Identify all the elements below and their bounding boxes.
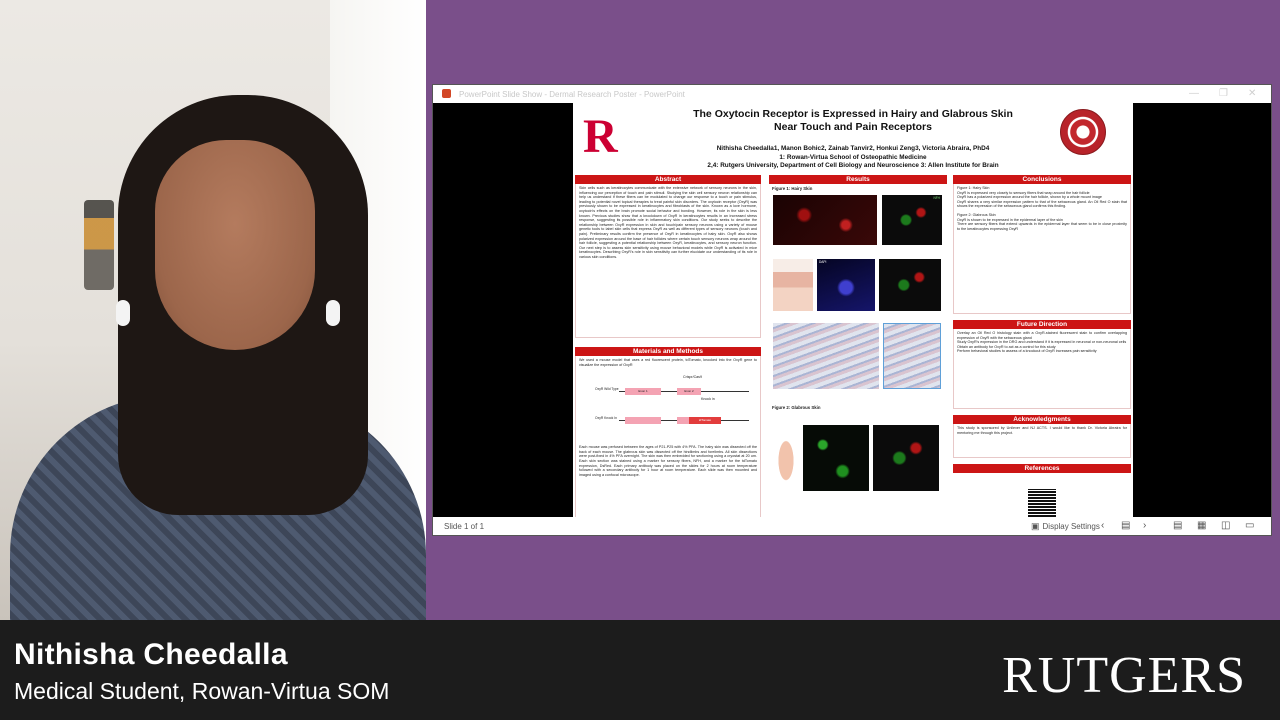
hair-follicle-illustration <box>773 259 813 311</box>
dapi-tag: DAPI <box>819 260 827 264</box>
hairy-skin-image-2: NFH <box>882 195 942 245</box>
knock-in-diagram: Crispr/Cas9 Knock in OxyR Wild Type Exon… <box>579 371 757 442</box>
wild-type-label: OxyR Wild Type <box>595 387 619 392</box>
future-point-1: Overlay an Oil Red O histology stain wit… <box>957 331 1127 340</box>
methods-heading: Materials and Methods <box>575 347 761 356</box>
glabrous-skin-image-2 <box>873 425 939 491</box>
acknowledgments-heading: Acknowledgments <box>953 415 1131 424</box>
poster-title-line2: Near Touch and Pain Receptors <box>774 121 932 133</box>
crispr-label: Crispr/Cas9 <box>683 375 702 380</box>
author-list: Nithisha Cheedalla1, Manon Bohic2, Zaina… <box>716 145 990 152</box>
acknowledgments-text: This study is sponsored by Unilever and … <box>953 424 1131 458</box>
rutgers-wordmark-logo: RUTGERS <box>1002 647 1246 704</box>
oil-red-o-zoom-image <box>883 323 941 389</box>
conclusion-point-5: There are sensory fibers that extend upw… <box>957 222 1127 231</box>
next-slide-icon[interactable]: › <box>1143 520 1146 531</box>
restore-icon[interactable]: ❐ <box>1219 88 1228 99</box>
reading-view-icon[interactable]: ◫ <box>1221 520 1230 531</box>
oil-red-o-stain-image <box>773 323 879 389</box>
speaker-role: Medical Student, Rowan-Virtua SOM <box>14 678 390 704</box>
figure1-label: Figure 1: Hairy Skin <box>772 186 813 191</box>
methods-body: We used a mouse model that uses a red fl… <box>575 356 761 517</box>
window-titlebar: PowerPoint Slide Show - Dermal Research … <box>433 85 1271 103</box>
abstract-heading: Abstract <box>575 175 761 184</box>
close-icon[interactable]: ✕ <box>1248 88 1256 99</box>
window-title: PowerPoint Slide Show - Dermal Research … <box>459 90 685 99</box>
methods-text: Each mouse was perfused between the ages… <box>579 445 757 477</box>
references-qr-code[interactable] <box>1028 489 1056 517</box>
references-heading: References <box>953 464 1131 473</box>
conclusions-body: Figure 1: Hairy Skin OxyR is expressed v… <box>953 184 1131 314</box>
lower-third-banner: Nithisha Cheedalla Medical Student, Rowa… <box>0 620 1280 720</box>
exon2-box-wt: Exon 2 <box>677 388 701 396</box>
normal-view-icon[interactable]: ▤ <box>1173 520 1182 531</box>
exon1-box-wt: Exon 1 <box>625 388 661 396</box>
prev-slide-icon[interactable]: ‹ <box>1101 520 1104 531</box>
rutgers-logo: R <box>583 110 618 163</box>
speaker-video <box>0 0 426 620</box>
poster-authors: Nithisha Cheedalla1, Manon Bohic2, Zaina… <box>633 145 1073 171</box>
slideshow-statusbar: Slide 1 of 1 ▣ Display Settings ‹ ▤ › ▤ … <box>433 517 1271 535</box>
methods-intro: We used a mouse model that uses a red fl… <box>579 358 757 367</box>
nfh-tag: NFH <box>933 196 940 200</box>
poster-column-results: Results Figure 1: Hairy Skin NFH DAPI Fi… <box>769 175 947 517</box>
results-heading: Results <box>769 175 947 184</box>
poster-slide: R The Oxytocin Receptor is Expressed in … <box>573 103 1133 517</box>
powerpoint-icon <box>442 89 451 98</box>
slide-menu-icon[interactable]: ▤ <box>1121 520 1130 531</box>
poster-title: The Oxytocin Receptor is Expressed in Ha… <box>633 108 1073 134</box>
abstract-text: Skin cells such as keratinocytes communi… <box>575 184 761 338</box>
affiliation-1: 1: Rowan-Virtua School of Osteopathic Me… <box>779 153 927 161</box>
knock-in-label: Knock in <box>701 397 715 402</box>
glabrous-skin-image-1 <box>803 425 869 491</box>
powerpoint-window: PowerPoint Slide Show - Dermal Research … <box>432 84 1272 536</box>
slide-indicator: Slide 1 of 1 <box>444 522 485 531</box>
earbud-right <box>326 300 340 326</box>
exon2-box-ki <box>677 417 689 425</box>
conclusions-heading: Conclusions <box>953 175 1131 184</box>
affiliation-2: 2,4: Rutgers University, Department of C… <box>707 162 999 169</box>
poster-title-line1: The Oxytocin Receptor is Expressed in Ha… <box>693 108 1013 120</box>
whole-mount-image: DAPI <box>817 259 875 311</box>
display-settings-label: Display Settings <box>1042 522 1100 531</box>
future-direction-heading: Future Direction <box>953 320 1131 329</box>
poster-column-left: Abstract Skin cells such as keratinocyte… <box>575 175 761 517</box>
background-shelf <box>84 200 114 290</box>
hairy-skin-image-1 <box>773 195 877 245</box>
future-direction-body: Overlay an Oil Red O histology stain wit… <box>953 329 1131 409</box>
earbud-left <box>116 300 130 326</box>
poster-column-right: Conclusions Figure 1: Hairy Skin OxyR is… <box>953 175 1131 517</box>
monitor-icon: ▣ <box>1031 521 1040 531</box>
future-point-4: Perform behavioral studies to assess of … <box>957 349 1097 354</box>
tdtomato-box: tdTomato <box>689 417 721 425</box>
slideshow-view-icon[interactable]: ▭ <box>1245 520 1254 531</box>
follicle-fluorescent-image <box>879 259 941 311</box>
hand-illustration <box>773 427 799 483</box>
conclusion-point-3: OxyR shares a very similar expression pa… <box>957 199 1127 209</box>
speaker-name: Nithisha Cheedalla <box>14 638 288 671</box>
speaker-face <box>155 140 315 350</box>
minimize-icon[interactable]: — <box>1189 88 1199 99</box>
exon1-box-ki <box>625 417 661 425</box>
display-settings-button[interactable]: ▣ Display Settings <box>1031 521 1100 532</box>
slide-sorter-icon[interactable]: ▦ <box>1197 520 1206 531</box>
figure2-label: Figure 2: Glabrous Skin <box>772 405 821 410</box>
knock-in-row-label: OxyR Knock In <box>595 416 617 421</box>
